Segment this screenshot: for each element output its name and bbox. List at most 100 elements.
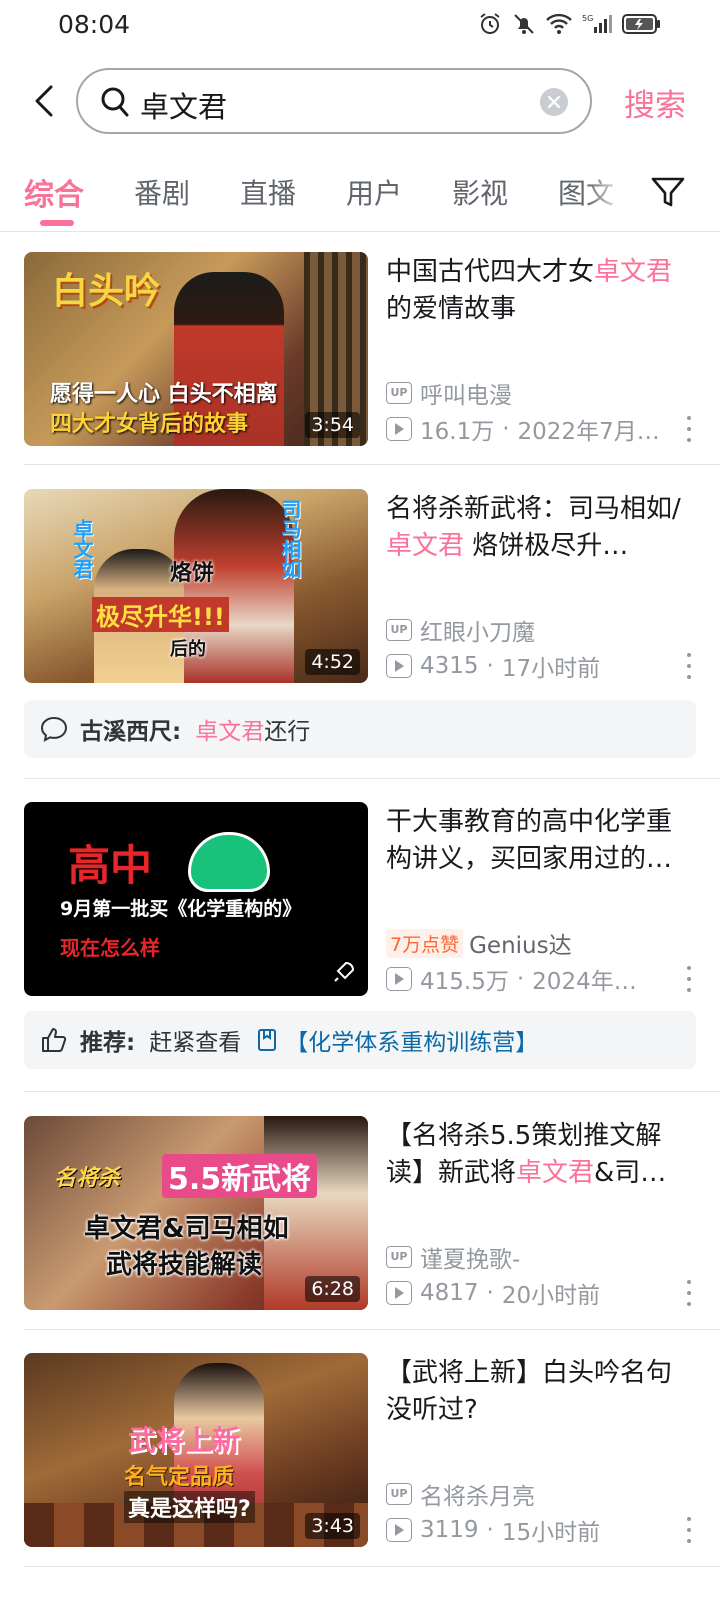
thumb-text: 四大才女背后的故事	[50, 412, 249, 437]
divider	[24, 1329, 720, 1330]
meta-row: 4817 · 20小时前	[386, 1278, 601, 1309]
video-duration: 3:54	[305, 412, 360, 438]
play-count-icon	[386, 654, 412, 678]
video-thumbnail[interactable]: 武将上新 名气定品质 真是这样吗? 3:43	[24, 1353, 368, 1547]
play-count-icon	[386, 417, 412, 441]
tab-comprehensive[interactable]: 综合	[24, 170, 84, 214]
up-badge-icon: UP	[386, 1483, 412, 1505]
view-count: 4817	[420, 1280, 479, 1306]
battery-icon	[622, 14, 660, 34]
signal-icon: 5G	[582, 14, 612, 33]
thumb-text: 司马相如	[278, 499, 302, 579]
category-tabs: 综合 番剧 直播 用户 影视 图文	[0, 150, 720, 232]
ad-illustration	[188, 832, 270, 892]
bookmark-icon	[258, 1029, 277, 1051]
thumb-text: 白头吟	[52, 271, 161, 312]
status-bar: 08:04 5G	[0, 0, 720, 56]
more-options-button[interactable]	[684, 416, 694, 442]
chevron-left-icon	[35, 85, 53, 117]
thumb-text: 极尽升华!!!	[92, 597, 229, 632]
video-duration: 4:52	[305, 649, 360, 675]
tab-users[interactable]: 用户	[346, 172, 402, 212]
video-title[interactable]: 名将杀新武将：司马相如/卓文君 烙饼极尽升…	[386, 491, 696, 565]
status-icons: 5G	[478, 12, 662, 36]
commenter-name: 古溪西尺:	[80, 719, 182, 745]
play-count-icon	[386, 1518, 412, 1542]
search-query: 卓文君	[140, 90, 228, 124]
thumbs-up-icon	[42, 1028, 67, 1052]
view-count: 16.1万	[420, 419, 495, 445]
video-title[interactable]: 【名将杀5.5策划推文解读】新武将卓文君&司…	[386, 1118, 696, 1192]
filter-button[interactable]	[650, 174, 690, 214]
thumb-text: 现在怎么样	[60, 936, 160, 960]
thumb-text: 烙饼	[170, 561, 215, 586]
comment-text: 还行	[264, 719, 311, 745]
uploader-row[interactable]: UP 红眼小刀魔	[386, 615, 535, 646]
more-options-button[interactable]	[684, 653, 694, 679]
view-count: 415.5万	[420, 969, 509, 995]
video-thumbnail[interactable]: 白头吟 愿得一人心 白头不相离 四大才女背后的故事 3:54	[24, 252, 368, 446]
view-count: 3119	[420, 1517, 479, 1543]
clear-search-button[interactable]	[540, 88, 568, 116]
divider	[24, 1091, 720, 1092]
video-title[interactable]: 中国古代四大才女卓文君的爱情故事	[386, 254, 696, 328]
uploader-name: 呼叫电漫	[420, 383, 512, 409]
video-duration: 6:28	[305, 1276, 360, 1302]
search-input[interactable]: 卓文君	[76, 68, 592, 134]
meta-row: 415.5万 · 2024年…	[386, 964, 637, 995]
thumb-text: 卓文君	[70, 519, 94, 579]
publish-date: 2022年7月…	[517, 419, 660, 445]
like-badge: 7万点赞	[386, 928, 464, 958]
more-options-button[interactable]	[684, 1280, 694, 1306]
divider	[24, 464, 720, 465]
video-title[interactable]: 【武将上新】白头吟名句没听过?	[386, 1355, 696, 1429]
tab-live[interactable]: 直播	[240, 172, 296, 212]
svg-text:5G: 5G	[582, 14, 593, 23]
uploader-row[interactable]: UP 谨夏挽歌-	[386, 1242, 520, 1273]
video-thumbnail[interactable]: 高中 9月第一批买《化学重构的》 现在怎么样	[24, 802, 368, 996]
thumb-text: 卓文君&司马相如	[84, 1214, 289, 1244]
more-options-button[interactable]	[684, 1517, 694, 1543]
close-icon	[548, 96, 560, 108]
video-duration: 3:43	[305, 1513, 360, 1539]
uploader-row[interactable]: UP 呼叫电漫	[386, 378, 512, 409]
thumb-text: 愿得一人心 白头不相离	[50, 382, 278, 407]
recommend-label: 推荐:	[80, 1030, 136, 1056]
thumb-text: 真是这样吗?	[124, 1491, 255, 1523]
tab-fade	[586, 150, 642, 230]
thumb-text: 武将上新	[128, 1424, 241, 1457]
thumb-text: 9月第一批买《化学重构的》	[60, 898, 302, 920]
uploader-row[interactable]: UP 名将杀月亮	[386, 1479, 535, 1510]
publish-date: 17小时前	[501, 656, 601, 682]
thumb-text: 后的	[170, 639, 206, 660]
recommend-banner[interactable]: 推荐: 赶紧查看 【化学体系重构训练营】	[24, 1011, 696, 1069]
search-row: 卓文君 搜索	[0, 64, 720, 138]
thumb-text: 名将杀	[54, 1166, 121, 1191]
publish-date: 15小时前	[501, 1520, 601, 1546]
video-title[interactable]: 干大事教育的高中化学重构讲义，买回家用过的…	[386, 804, 696, 878]
uploader-name: Genius达	[469, 933, 572, 959]
tab-bangumi[interactable]: 番剧	[134, 172, 190, 212]
top-comment[interactable]: 古溪西尺: 卓文君 还行	[24, 700, 696, 758]
uploader-name: 名将杀月亮	[420, 1484, 535, 1510]
thumb-text: 高中	[68, 841, 153, 890]
divider	[24, 778, 720, 779]
filter-icon	[651, 177, 685, 207]
search-button[interactable]: 搜索	[624, 80, 686, 125]
video-thumbnail[interactable]: 卓文君 司马相如 烙饼 极尽升华!!! 后的 4:52	[24, 489, 368, 683]
comment-icon	[40, 716, 68, 742]
video-thumbnail[interactable]: 名将杀 5.5新武将 卓文君&司马相如 武将技能解读 6:28	[24, 1116, 368, 1310]
publish-date: 20小时前	[501, 1283, 601, 1309]
thumb-text: 5.5新武将	[162, 1154, 318, 1198]
play-count-icon	[386, 1281, 412, 1305]
uploader-row[interactable]: 7万点赞 Genius达	[386, 928, 572, 959]
tab-films[interactable]: 影视	[452, 172, 508, 212]
search-icon	[101, 87, 129, 117]
thumb-text: 武将技能解读	[106, 1250, 263, 1280]
back-button[interactable]	[26, 80, 62, 122]
more-options-button[interactable]	[684, 966, 694, 992]
recommend-link[interactable]: 【化学体系重构训练营】	[285, 1023, 538, 1057]
recommend-text: 赶紧查看	[149, 1030, 242, 1056]
divider	[24, 1566, 720, 1567]
status-time: 08:04	[58, 10, 131, 39]
